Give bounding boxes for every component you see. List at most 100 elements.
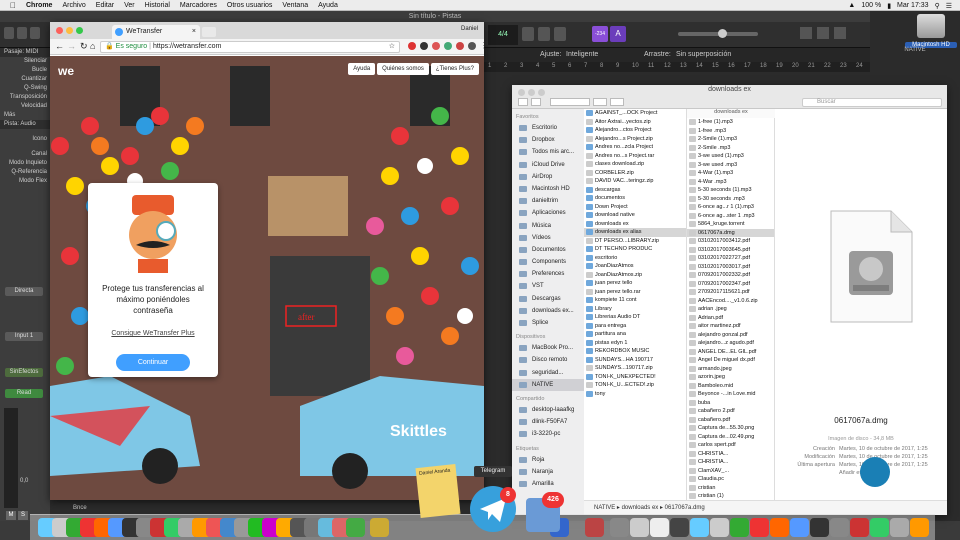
col2-item[interactable]: Claudia.pc — [687, 475, 774, 484]
menu-otros-usuarios[interactable]: Otros usuarios — [227, 2, 273, 9]
master-volume-slider[interactable] — [678, 29, 758, 38]
col1-item[interactable]: escritorio — [584, 254, 686, 263]
col1-item[interactable]: DAVID VAC...teringz.zip — [584, 177, 686, 186]
inspector-row-icono[interactable]: Icono — [0, 135, 50, 144]
inspector-row-modo-inquieto[interactable]: Modo Inquieto — [0, 159, 50, 168]
path-downloads-ex[interactable]: downloads ex — [622, 505, 659, 511]
col2-item[interactable]: cristian — [687, 484, 774, 493]
extension-icon-6[interactable] — [468, 42, 476, 50]
sidebar-shared-1[interactable]: dlink-F50FA7 — [512, 416, 584, 428]
col2-item[interactable]: Captura de...02.49.png — [687, 433, 774, 442]
sidebar-shared-0[interactable]: desktop-laaafkg — [512, 404, 584, 416]
extension-icon-2[interactable] — [420, 42, 428, 50]
new-tab-button[interactable] — [202, 27, 216, 37]
continuar-button[interactable]: Continuar — [116, 354, 190, 371]
col2-item[interactable]: 6-once ag...ster 1 .mp3 — [687, 212, 774, 221]
col1-item[interactable]: JoanDiazAtmos — [584, 262, 686, 271]
tuner-icon[interactable] — [538, 27, 550, 41]
dock-app-icon[interactable] — [650, 518, 669, 537]
col2-item[interactable]: 2-Smile (1).mp3 — [687, 135, 774, 144]
col2-item[interactable]: 03102017003412.pdf — [687, 237, 774, 246]
inspector-mas[interactable]: Más — [0, 111, 50, 120]
solo-icon[interactable] — [554, 27, 566, 41]
sidebar-tag-0[interactable]: Roja — [512, 454, 584, 466]
col1-item[interactable]: downloads ex alias — [584, 228, 686, 237]
col1-item[interactable]: Andres no...s Project.rar — [584, 152, 686, 161]
zoom-icon[interactable] — [76, 27, 83, 34]
dock-app-icon[interactable] — [910, 518, 929, 537]
col2-item[interactable]: 4-War (1).mp3 — [687, 169, 774, 178]
read-button[interactable]: Read — [5, 389, 43, 398]
sidebar-favorite-5[interactable]: Macintosh HD — [512, 183, 584, 195]
col2-item[interactable]: 1-free (1).mp3 — [687, 118, 774, 127]
menu-historial[interactable]: Historial — [145, 2, 170, 9]
col2-item[interactable]: 5-30 seconds .mp3 — [687, 195, 774, 204]
col2-item[interactable]: 4-War .mp3 — [687, 178, 774, 187]
col1-item[interactable]: DT TECHNO PRODUC — [584, 245, 686, 254]
sidebar-favorite-2[interactable]: Todos mis arc... — [512, 146, 584, 158]
mute-button[interactable]: M — [6, 511, 16, 520]
address-bar[interactable]: 🔒 Es seguro | https://wetransfer.com ☆ — [100, 41, 400, 53]
nav-tienes-plus[interactable]: ¿Tienes Plus? — [430, 63, 479, 75]
sidebar-favorite-11[interactable]: Components — [512, 256, 584, 268]
col2-item[interactable]: 3-we used .mp3 — [687, 161, 774, 170]
dock-app-icon[interactable] — [770, 518, 789, 537]
col2-item[interactable]: CHRISTIA... — [687, 458, 774, 467]
finder-column-2[interactable]: 1-free (1).mp3 1-free .mp3 2-Smile (1).mp3… — [687, 109, 775, 500]
col1-item[interactable]: SUNDAYS...HA 190717 — [584, 356, 686, 365]
col2-item[interactable]: Angel De miguel dx.pdf — [687, 356, 774, 365]
dock-app-icon[interactable] — [630, 518, 649, 537]
nav-ayuda[interactable]: Ayuda — [348, 63, 376, 75]
tab-wetransfer[interactable]: WeTransfer × — [112, 25, 200, 39]
path-file[interactable]: 0617067a.dmg — [665, 505, 705, 511]
loop-browser-icon[interactable] — [834, 27, 846, 39]
list-editors-icon[interactable] — [817, 27, 829, 39]
col2-item[interactable]: cristian (1) — [687, 492, 774, 500]
clock[interactable]: Mar 17:33 — [897, 2, 929, 9]
col2-item[interactable]: Bamboleo.mid — [687, 382, 774, 391]
tab-close-icon[interactable]: × — [192, 25, 196, 39]
dock-stickies[interactable]: Daniel Aranda — [415, 464, 461, 518]
forward-icon[interactable]: → — [67, 41, 76, 51]
col2-item[interactable]: 1-free .mp3 — [687, 127, 774, 136]
col2-item[interactable]: 3-we used (1).mp3 — [687, 152, 774, 161]
extension-icon-3[interactable] — [432, 42, 440, 50]
sidebar-device-1[interactable]: Disco remoto — [512, 354, 584, 366]
col2-item[interactable]: 6-once ag...r 1 (1).mp3 — [687, 203, 774, 212]
forward-icon[interactable] — [531, 98, 541, 106]
inspector-row-bucle[interactable]: Bucle — [0, 66, 50, 75]
sidebar-favorite-3[interactable]: iCloud Drive — [512, 159, 584, 171]
menu-ver[interactable]: Ver — [124, 2, 135, 9]
search-icon[interactable]: ⚲ — [935, 2, 940, 10]
col2-item[interactable]: 5-30 seconds (1).mp3 — [687, 186, 774, 195]
ajuste-value[interactable]: Inteligente — [566, 51, 598, 58]
track-pista[interactable]: Pista: Audio — [0, 120, 50, 129]
col2-item[interactable]: CHRISTIA... — [687, 450, 774, 459]
col1-item[interactable]: Alejandro...ctos Project — [584, 126, 686, 135]
dock-app-icon[interactable] — [346, 518, 365, 537]
chrome-menu-icon[interactable]: ⋮ — [480, 42, 488, 50]
dock-app-icon[interactable] — [890, 518, 909, 537]
inspector-row-q-referencia[interactable]: Q-Referencia — [0, 168, 50, 177]
lcd-count[interactable]: -234 — [592, 26, 608, 42]
time-signature[interactable]: 4/4 — [488, 25, 518, 45]
col1-item[interactable]: Andres no...zcla Project — [584, 143, 686, 152]
solo-button[interactable]: S — [18, 511, 28, 520]
dock-app-icon[interactable] — [585, 518, 604, 537]
col1-item[interactable]: tony — [584, 390, 686, 399]
inspector-row-velocidad[interactable]: Velocidad — [0, 102, 50, 111]
col2-item[interactable]: 03102017003645.pdf — [687, 246, 774, 255]
col1-item[interactable]: juan perez tello — [584, 279, 686, 288]
sidebar-favorite-1[interactable]: Dropbox — [512, 134, 584, 146]
minimize-icon[interactable] — [66, 27, 73, 34]
menu-editar[interactable]: Editar — [96, 2, 114, 9]
col2-item[interactable]: ClamXAV_... — [687, 467, 774, 476]
col1-item[interactable]: para entrega — [584, 322, 686, 331]
sidebar-favorite-13[interactable]: VST — [512, 280, 584, 292]
sidebar-favorite-9[interactable]: Vídeos — [512, 232, 584, 244]
menu-list-icon[interactable]: ☰ — [946, 2, 952, 10]
col2-item[interactable]: 27092017115621.pdf — [687, 288, 774, 297]
sidebar-favorite-15[interactable]: downloads ex... — [512, 305, 584, 317]
view-mode-icons[interactable] — [550, 98, 590, 106]
directa-button[interactable]: Directa — [5, 287, 43, 296]
